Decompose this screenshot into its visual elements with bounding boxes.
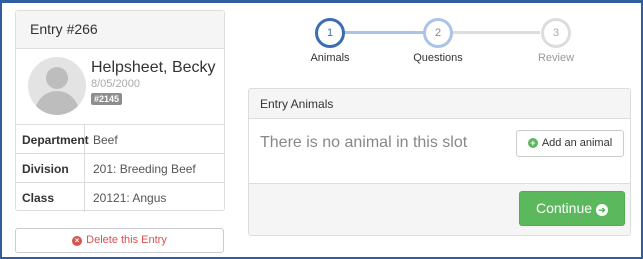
delete-entry-button[interactable]: × Delete this Entry <box>15 228 224 253</box>
times-circle-icon: × <box>72 236 83 246</box>
avatar <box>28 57 86 115</box>
empty-slot-message: There is no animal in this slot <box>260 134 468 151</box>
step-label-review: Review <box>537 52 575 64</box>
step-number: 2 <box>434 27 442 39</box>
detail-value: Beef <box>93 133 118 147</box>
detail-key: Division <box>16 154 85 182</box>
entry-animals-title: Entry Animals <box>249 89 630 119</box>
detail-key: Department <box>16 125 89 153</box>
exhibitor-name: Helpsheet, Becky <box>91 59 216 76</box>
detail-row-department: Department Beef <box>16 125 224 154</box>
panel-footer: Continue ➜ <box>249 184 630 235</box>
step-animals[interactable]: 1 <box>315 18 345 48</box>
user-placeholder-icon <box>46 67 68 89</box>
add-animal-button[interactable]: + Add an animal <box>516 130 624 157</box>
exhibitor-dob: 8/05/2000 <box>91 78 140 90</box>
detail-value: 201: Breeding Beef <box>93 162 196 176</box>
detail-row-division: Division 201: Breeding Beef <box>16 154 224 183</box>
exhibitor-id-badge: #2145 <box>91 93 123 105</box>
arrow-circle-right-icon: ➜ <box>596 204 609 216</box>
step-questions[interactable]: 2 <box>423 18 453 48</box>
step-connector-2-3 <box>452 31 540 34</box>
detail-row-class: Class 20121: Angus <box>16 183 224 212</box>
step-number: 1 <box>326 27 334 39</box>
entry-title: Entry #266 <box>16 11 224 49</box>
add-animal-label: Add an animal <box>541 137 613 149</box>
animal-slot: There is no animal in this slot + Add an … <box>249 119 630 184</box>
step-review[interactable]: 3 <box>541 18 571 48</box>
delete-entry-label: Delete this Entry <box>86 234 167 246</box>
continue-button[interactable]: Continue ➜ <box>519 191 625 226</box>
entry-animals-panel: Entry Animals There is no animal in this… <box>248 88 631 236</box>
exhibitor-profile: Helpsheet, Becky 8/05/2000 #2145 <box>16 49 224 125</box>
step-connector-1-2 <box>344 31 424 34</box>
entry-card: Entry #266 Helpsheet, Becky 8/05/2000 #2… <box>15 10 225 212</box>
plus-circle-icon: + <box>527 138 538 148</box>
step-number: 3 <box>552 27 560 39</box>
continue-label: Continue <box>535 200 593 216</box>
detail-key: Class <box>16 183 85 212</box>
detail-value: 20121: Angus <box>93 191 167 205</box>
step-label-questions: Questions <box>413 52 463 64</box>
step-label-animals: Animals <box>310 52 350 64</box>
